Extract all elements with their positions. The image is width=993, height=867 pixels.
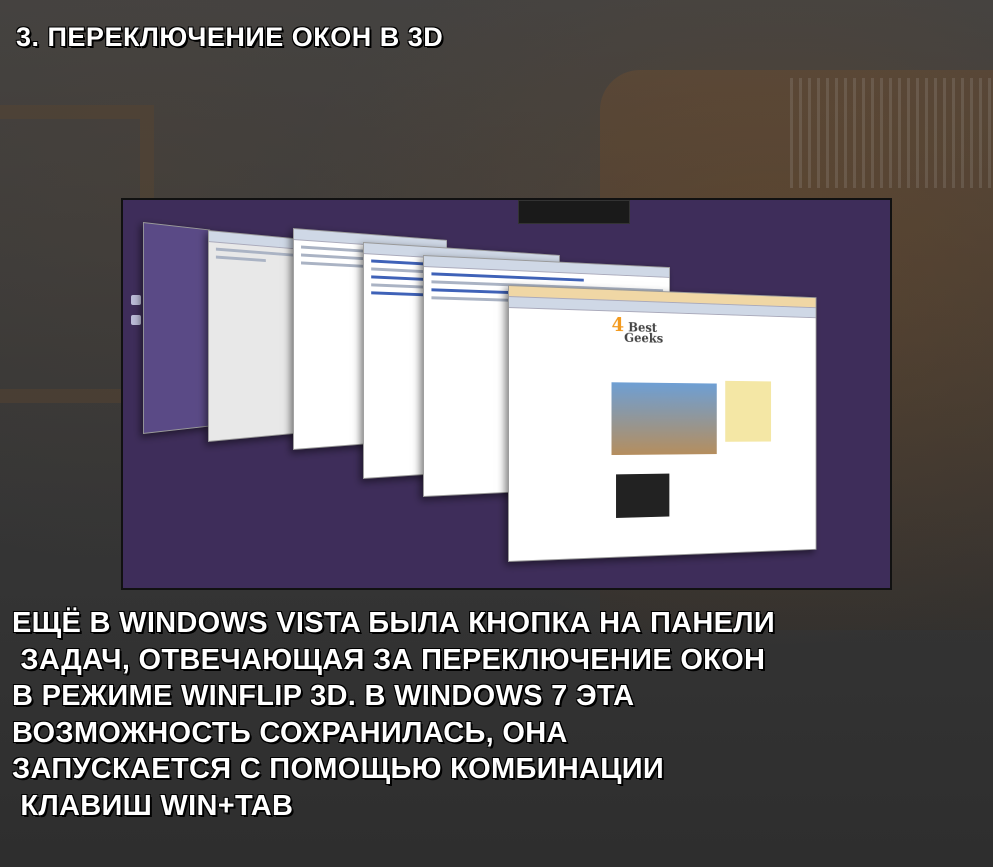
window-front-browser[interactable]: 4 Best Geeks [508,285,817,562]
body-text: ЕЩЁ В WINDOWS VISTA БЫЛА КНОПКА НА ПАНЕЛ… [12,605,987,825]
desktop-gadget [518,200,630,224]
body-line: КЛАВИШ WIN+TAB [12,789,294,822]
winflip-screenshot: 4 Best Geeks [121,198,892,590]
body-line: В РЕЖИМЕ WINFLIP 3D. В WINDOWS 7 ЭТА [12,680,635,713]
article-image [611,382,717,456]
body-line: ЕЩЁ В WINDOWS VISTA БЫЛА КНОПКА НА ПАНЕЛ… [12,607,776,639]
body-line: ВОЗМОЖНОСТЬ СОХРАНИЛАСЬ, ОНА [12,716,568,749]
heading: 3. ПЕРЕКЛЮЧЕНИЕ ОКОН В 3D [16,22,444,52]
sidebar-note [725,380,772,442]
body-line: ЗАПУСКАЕТСЯ С ПОМОЩЬЮ КОМБИНАЦИИ [12,753,665,786]
body-line: ЗАДАЧ, ОТВЕЧАЮЩАЯ ЗА ПЕРЕКЛЮЧЕНИЕ ОКОН [12,643,766,676]
bestgeeks-logo: 4 Best Geeks [611,312,664,347]
background-speaker-grille [790,78,993,188]
window-desktop[interactable] [143,222,211,434]
video-thumbnail [616,473,670,518]
